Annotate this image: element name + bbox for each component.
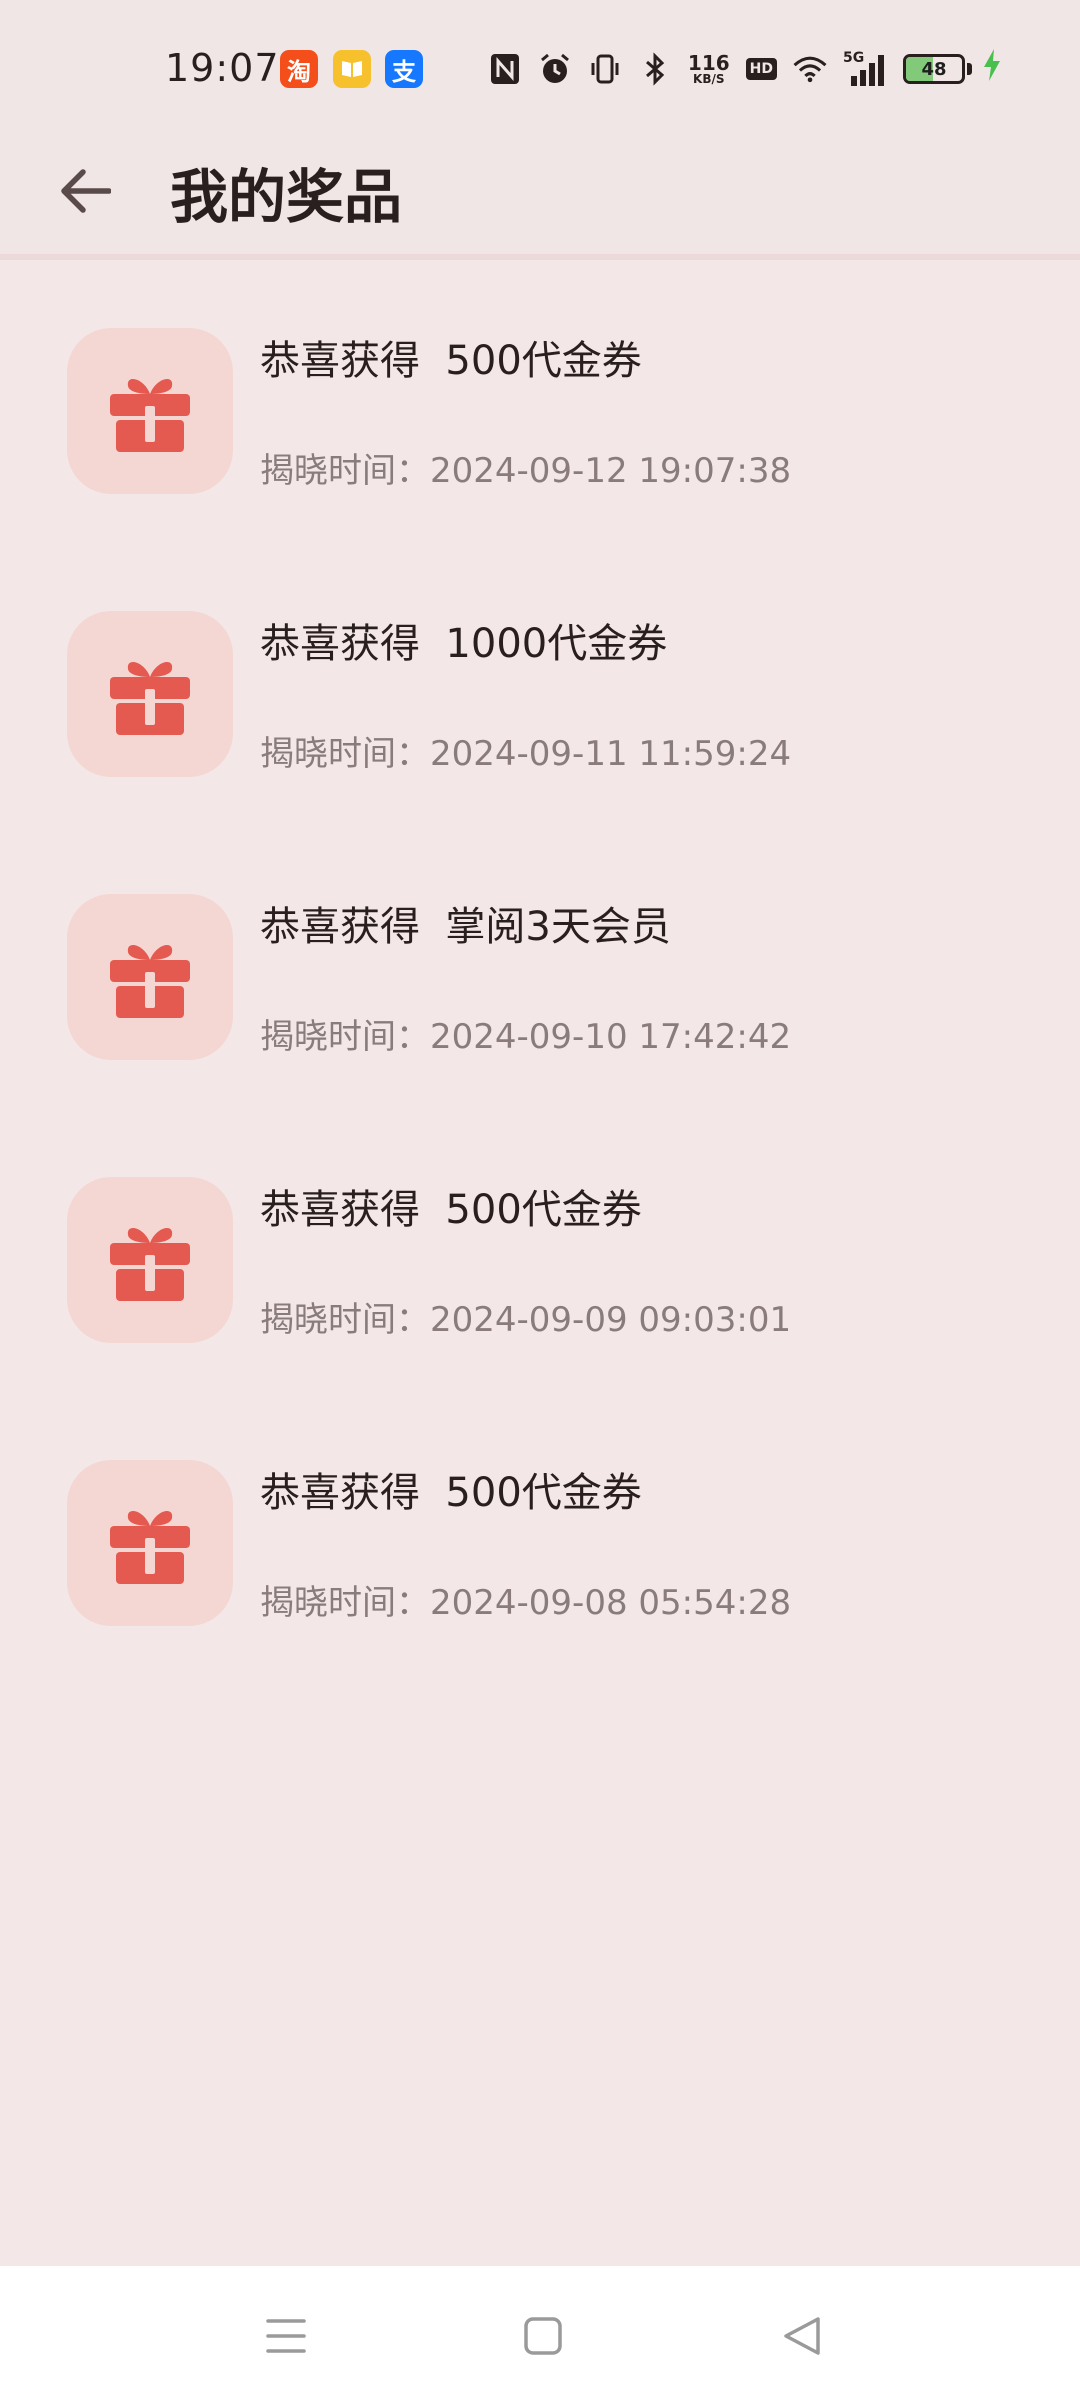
prize-title: 恭喜获得 500代金券 (260, 338, 642, 384)
vibrate-icon (588, 52, 622, 86)
network-type-label: 5G (843, 50, 865, 66)
prize-title: 恭喜获得 500代金券 (260, 1187, 642, 1233)
gift-icon-tile (67, 328, 233, 494)
battery-indicator: 48 (903, 54, 965, 84)
status-time: 19:07 (165, 46, 280, 90)
gift-icon (110, 1228, 190, 1301)
gift-icon-tile (67, 611, 233, 777)
prize-item[interactable]: 恭喜获得 500代金券 揭晓时间：2024-09-12 19:07:38 (0, 285, 1080, 568)
prize-reveal-time: 揭晓时间：2024-09-12 19:07:38 (260, 451, 792, 491)
wifi-icon (793, 52, 827, 86)
nav-back-button[interactable] (772, 2306, 832, 2366)
network-speed-unit: KB/S (693, 72, 725, 86)
nfc-icon (488, 52, 522, 86)
nav-home-button[interactable] (513, 2306, 573, 2366)
app-header: 我的奖品 (0, 120, 1080, 260)
gift-icon (110, 1511, 190, 1584)
prize-reveal-time: 揭晓时间：2024-09-08 05:54:28 (260, 1583, 792, 1623)
battery-cap (967, 63, 972, 75)
gift-icon-tile (67, 1460, 233, 1626)
prize-title: 恭喜获得 掌阅3天会员 (260, 904, 671, 950)
battery-level: 48 (921, 58, 947, 80)
charging-icon (982, 48, 1002, 90)
prize-list: 恭喜获得 500代金券 揭晓时间：2024-09-12 19:07:38 恭喜获… (0, 285, 1080, 1700)
prize-reveal-time: 揭晓时间：2024-09-10 17:42:42 (260, 1017, 792, 1057)
prize-item[interactable]: 恭喜获得 掌阅3天会员 揭晓时间：2024-09-10 17:42:42 (0, 851, 1080, 1134)
cellular-signal-icon: 5G (843, 50, 887, 86)
network-speed: 116 KB/S (688, 53, 730, 85)
taobao-icon: 淘 (280, 50, 318, 88)
prize-title: 恭喜获得 1000代金券 (260, 621, 668, 667)
reader-app-icon (333, 50, 371, 88)
gift-icon (110, 945, 190, 1018)
menu-icon (266, 2319, 306, 2353)
back-button[interactable] (52, 158, 118, 224)
page-title: 我的奖品 (170, 163, 403, 231)
alarm-icon (538, 52, 572, 86)
nav-recents-button[interactable] (256, 2306, 316, 2366)
alipay-icon: 支 (385, 50, 423, 88)
square-icon (524, 2317, 562, 2355)
triangle-back-icon (784, 2317, 820, 2355)
status-icons: 116 KB/S HD 5G 48 (488, 46, 1002, 92)
prize-item[interactable]: 恭喜获得 500代金券 揭晓时间：2024-09-08 05:54:28 (0, 1417, 1080, 1700)
system-nav-bar (0, 2266, 1080, 2400)
hd-badge: HD (745, 58, 777, 80)
prize-reveal-time: 揭晓时间：2024-09-11 11:59:24 (260, 734, 792, 774)
prize-reveal-time: 揭晓时间：2024-09-09 09:03:01 (260, 1300, 792, 1340)
gift-icon-tile (67, 894, 233, 1060)
network-speed-value: 116 (687, 51, 730, 75)
gift-icon (110, 379, 190, 452)
bluetooth-icon (638, 52, 672, 86)
gift-icon-tile (67, 1177, 233, 1343)
prize-item[interactable]: 恭喜获得 1000代金券 揭晓时间：2024-09-11 11:59:24 (0, 568, 1080, 851)
prize-title: 恭喜获得 500代金券 (260, 1470, 642, 1516)
status-bar: 19:07 淘 支 116 KB/S HD 5G 48 (0, 0, 1080, 140)
arrow-left-icon (61, 169, 111, 213)
prize-item[interactable]: 恭喜获得 500代金券 揭晓时间：2024-09-09 09:03:01 (0, 1134, 1080, 1417)
gift-icon (110, 662, 190, 735)
